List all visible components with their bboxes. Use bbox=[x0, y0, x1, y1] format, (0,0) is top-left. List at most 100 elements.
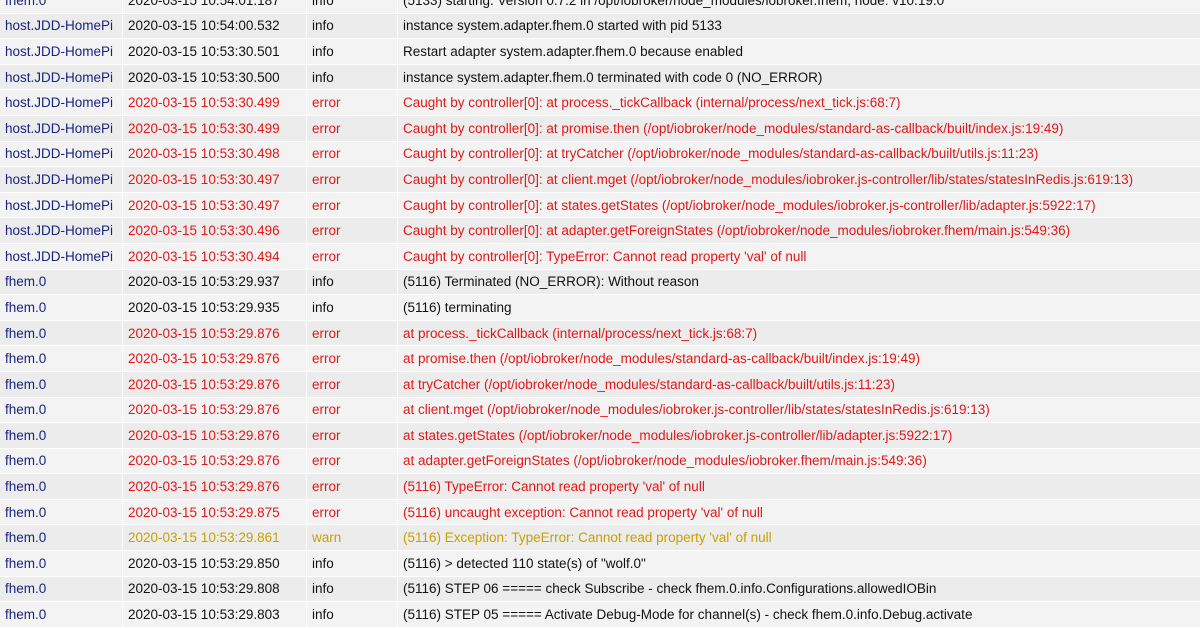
log-severity: info bbox=[307, 39, 398, 64]
log-time: 2020-03-15 10:53:29.876 bbox=[123, 474, 307, 499]
log-source: host.JDD-HomePi bbox=[0, 243, 123, 269]
log-message: instance system.adapter.fhem.0 terminate… bbox=[403, 69, 823, 85]
log-time: 2020-03-15 10:53:30.499 bbox=[123, 115, 307, 141]
log-time: 2020-03-15 10:53:30.494 bbox=[123, 243, 307, 269]
log-source: fhem.0 bbox=[0, 0, 123, 13]
log-source: fhem.0 bbox=[0, 602, 123, 627]
log-row: fhem.0 2020-03-15 10:53:29.935 info (5116) … bbox=[0, 295, 1200, 321]
log-row: host.JDD-HomePi 2020-03-15 10:54:00.532 in… bbox=[0, 13, 1200, 40]
log-severity: error bbox=[307, 474, 398, 499]
log-row: fhem.0 2020-03-15 10:53:29.876 error at pro… bbox=[0, 320, 1200, 347]
log-source: fhem.0 bbox=[0, 397, 123, 423]
log-severity: error bbox=[307, 448, 398, 474]
log-source: fhem.0 bbox=[0, 576, 123, 602]
log-source: fhem.0 bbox=[0, 551, 123, 576]
log-severity: info bbox=[307, 551, 398, 576]
log-message: at states.getStates (/opt/iobroker/node_… bbox=[403, 427, 953, 443]
log-row: host.JDD-HomePi 2020-03-15 10:53:30.497 er… bbox=[0, 192, 1200, 219]
log-source: fhem.0 bbox=[0, 474, 123, 499]
log-row: host.JDD-HomePi 2020-03-15 10:53:30.494 er… bbox=[0, 243, 1200, 270]
log-row: fhem.0 2020-03-15 10:53:29.803 info (5116) … bbox=[0, 602, 1200, 628]
log-severity: error bbox=[307, 397, 398, 423]
log-time: 2020-03-15 10:53:29.876 bbox=[123, 320, 307, 346]
log-row: fhem.0 2020-03-15 10:53:29.876 error at ada… bbox=[0, 448, 1200, 475]
log-source: fhem.0 bbox=[0, 423, 123, 448]
log-row: host.JDD-HomePi 2020-03-15 10:53:30.496 er… bbox=[0, 218, 1200, 244]
log-message: (5116) Exception: TypeError: Cannot read… bbox=[403, 530, 772, 546]
log-time: 2020-03-15 10:53:29.937 bbox=[123, 269, 307, 295]
log-source: fhem.0 bbox=[0, 320, 123, 346]
log-severity: error bbox=[307, 192, 398, 218]
log-message: (5116) STEP 05 ===== Activate Debug-Mode… bbox=[403, 607, 973, 623]
log-source: fhem.0 bbox=[0, 269, 123, 295]
log-source: host.JDD-HomePi bbox=[0, 13, 123, 39]
log-row: host.JDD-HomePi 2020-03-15 10:53:30.497 er… bbox=[0, 167, 1200, 193]
log-time: 2020-03-15 10:53:30.497 bbox=[123, 192, 307, 218]
log-message: at promise.then (/opt/iobroker/node_modu… bbox=[403, 351, 921, 367]
log-row: fhem.0 2020-03-15 10:53:29.876 error at sta… bbox=[0, 423, 1200, 449]
log-message: at tryCatcher (/opt/iobroker/node_module… bbox=[403, 376, 895, 392]
log-source: fhem.0 bbox=[0, 371, 123, 397]
log-severity: error bbox=[307, 167, 398, 192]
log-time: 2020-03-15 10:53:29.850 bbox=[123, 551, 307, 576]
log-severity: info bbox=[307, 576, 398, 602]
log-message: (5116) TypeError: Cannot read property '… bbox=[403, 479, 705, 495]
log-time: 2020-03-15 10:53:29.935 bbox=[123, 295, 307, 320]
log-message: (5116) > detected 110 state(s) of "wolf.… bbox=[403, 555, 646, 571]
log-time: 2020-03-15 10:53:29.808 bbox=[123, 576, 307, 602]
log-source: host.JDD-HomePi bbox=[0, 218, 123, 243]
log-time: 2020-03-15 10:53:29.861 bbox=[123, 525, 307, 551]
log-severity: info bbox=[307, 0, 398, 13]
log-row: fhem.0 2020-03-15 10:53:29.876 error at cli… bbox=[0, 397, 1200, 424]
log-time: 2020-03-15 10:53:29.876 bbox=[123, 371, 307, 397]
log-source: fhem.0 bbox=[0, 525, 123, 551]
log-severity: info bbox=[307, 602, 398, 627]
log-severity: error bbox=[307, 141, 398, 167]
log-message: (5116) terminating bbox=[403, 299, 512, 315]
log-row: fhem.0 2020-03-15 10:53:29.875 error (5116)… bbox=[0, 499, 1200, 526]
log-time: 2020-03-15 10:53:30.497 bbox=[123, 167, 307, 192]
log-row: fhem.0 2020-03-15 10:53:29.808 info (5116) … bbox=[0, 576, 1200, 603]
log-row: fhem.0 2020-03-15 10:53:29.850 info (5116) … bbox=[0, 551, 1200, 577]
log-message: Restart adapter system.adapter.fhem.0 be… bbox=[403, 43, 743, 59]
log-message: Caught by controller[0]: at promise.then… bbox=[403, 120, 1064, 136]
log-row: fhem.0 2020-03-15 10:54:01.187 info (5133) … bbox=[0, 0, 1200, 14]
log-severity: error bbox=[307, 499, 398, 525]
log-time: 2020-03-15 10:54:01.187 bbox=[123, 0, 307, 13]
log-row: host.JDD-HomePi 2020-03-15 10:53:30.499 er… bbox=[0, 115, 1200, 142]
log-time: 2020-03-15 10:53:29.876 bbox=[123, 448, 307, 474]
log-message: (5116) STEP 06 ===== check Subscribe - c… bbox=[403, 581, 937, 597]
log-time: 2020-03-15 10:53:29.876 bbox=[123, 423, 307, 448]
log-time: 2020-03-15 10:53:29.875 bbox=[123, 499, 307, 525]
log-row: fhem.0 2020-03-15 10:53:29.861 warn (5116) … bbox=[0, 525, 1200, 552]
log-row: host.JDD-HomePi 2020-03-15 10:53:30.501 in… bbox=[0, 39, 1200, 65]
log-source: fhem.0 bbox=[0, 346, 123, 371]
log-time: 2020-03-15 10:53:29.803 bbox=[123, 602, 307, 627]
log-severity: info bbox=[307, 295, 398, 320]
log-row: fhem.0 2020-03-15 10:53:29.876 error (5116)… bbox=[0, 474, 1200, 500]
log-message: (5116) Terminated (NO_ERROR): Without re… bbox=[403, 274, 699, 290]
log-message: at client.mget (/opt/iobroker/node_modul… bbox=[403, 402, 990, 418]
log-source: host.JDD-HomePi bbox=[0, 141, 123, 167]
log-message: Caught by controller[0]: TypeError: Cann… bbox=[403, 248, 807, 264]
log-message: Caught by controller[0]: at adapter.getF… bbox=[403, 223, 1071, 239]
log-message: (5116) uncaught exception: Cannot read p… bbox=[403, 504, 763, 520]
log-source: fhem.0 bbox=[0, 499, 123, 525]
log-source: fhem.0 bbox=[0, 448, 123, 474]
log-severity: warn bbox=[307, 525, 398, 551]
log-message: at process._tickCallback (internal/proce… bbox=[403, 325, 758, 341]
log-severity: error bbox=[307, 423, 398, 448]
log-table: fhem.0 2020-03-15 10:54:01.187 info (5133) … bbox=[0, 0, 1200, 628]
log-message: Caught by controller[0]: at client.mget … bbox=[403, 171, 1134, 187]
log-message: (5133) starting. Version 0.7.2 in /opt/i… bbox=[403, 0, 945, 8]
log-source: host.JDD-HomePi bbox=[0, 64, 123, 90]
log-time: 2020-03-15 10:53:30.501 bbox=[123, 39, 307, 64]
log-time: 2020-03-15 10:53:30.498 bbox=[123, 141, 307, 167]
log-time: 2020-03-15 10:53:30.499 bbox=[123, 90, 307, 115]
log-row: fhem.0 2020-03-15 10:53:29.876 error at try… bbox=[0, 371, 1200, 398]
log-message: Caught by controller[0]: at process._tic… bbox=[403, 95, 901, 111]
log-source: host.JDD-HomePi bbox=[0, 115, 123, 141]
log-source: host.JDD-HomePi bbox=[0, 167, 123, 192]
log-severity: error bbox=[307, 346, 398, 371]
log-time: 2020-03-15 10:53:30.496 bbox=[123, 218, 307, 243]
